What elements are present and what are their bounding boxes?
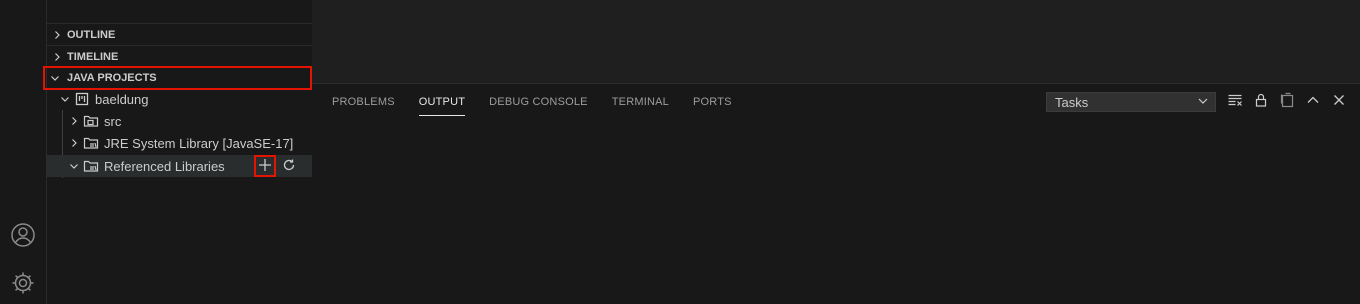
output-channel-select[interactable]: Tasks [1046, 92, 1216, 112]
activity-bar [0, 0, 47, 304]
maximize-panel-icon [1306, 93, 1320, 112]
chevron-down-icon [57, 94, 73, 104]
account-icon[interactable] [10, 222, 36, 248]
tree-item-jre-library[interactable]: JRE System Library [JavaSE-17] [47, 132, 312, 154]
maximize-panel-button[interactable] [1302, 91, 1324, 113]
refresh-button[interactable] [278, 155, 300, 177]
clear-output-button[interactable] [1224, 91, 1246, 113]
tree-item-referenced-libraries[interactable]: Referenced Libraries [47, 155, 312, 177]
chevron-down-icon [43, 73, 67, 83]
add-icon [258, 158, 272, 175]
outline-section-label: OUTLINE [67, 28, 116, 41]
library-folder-icon [82, 136, 100, 150]
add-library-button[interactable] [254, 155, 276, 177]
refresh-icon [282, 158, 296, 175]
output-channel-value: Tasks [1055, 94, 1089, 110]
tab-terminal[interactable]: TERMINAL [612, 84, 669, 119]
tab-debug-console[interactable]: DEBUG CONSOLE [489, 84, 588, 119]
library-folder-icon [82, 159, 100, 173]
chevron-down-icon [66, 161, 82, 171]
vscode-window: OUTLINE TIMELINE JAVA PROJECTS baeldung … [0, 0, 1360, 304]
tree-item-label: Referenced Libraries [104, 158, 225, 174]
close-icon [1333, 93, 1345, 111]
tree-item-src[interactable]: src [47, 110, 312, 132]
tree-item-label: JRE System Library [JavaSE-17] [104, 135, 294, 151]
tab-ports[interactable]: PORTS [693, 84, 732, 119]
lock-scroll-icon [1253, 92, 1269, 113]
chevron-right-icon [66, 116, 82, 126]
open-in-editor-icon [1279, 92, 1295, 113]
lock-scroll-button[interactable] [1250, 91, 1272, 113]
java-projects-section-label: JAVA PROJECTS [67, 72, 157, 84]
chevron-down-icon [1197, 95, 1209, 110]
chevron-right-icon [47, 30, 67, 40]
row-actions [254, 155, 300, 177]
panel-tabs: PROBLEMS OUTPUT DEBUG CONSOLE TERMINAL P… [332, 84, 732, 119]
outline-section-header[interactable]: OUTLINE [47, 23, 312, 45]
timeline-section-header[interactable]: TIMELINE [47, 45, 312, 67]
manage-gear-icon[interactable] [10, 270, 36, 296]
timeline-section-label: TIMELINE [67, 50, 119, 63]
close-panel-button[interactable] [1328, 91, 1350, 113]
tree-item-project-baeldung[interactable]: baeldung [47, 88, 312, 110]
panel-toolbar: Tasks [1046, 91, 1350, 113]
package-folder-icon [82, 114, 100, 128]
chevron-right-icon [66, 138, 82, 148]
editor-area [312, 0, 1360, 83]
tree-item-label: src [104, 113, 122, 129]
clear-output-icon [1227, 92, 1243, 113]
java-projects-section-header[interactable]: JAVA PROJECTS [43, 66, 312, 90]
tab-output[interactable]: OUTPUT [418, 84, 466, 119]
bottom-panel: PROBLEMS OUTPUT DEBUG CONSOLE TERMINAL P… [312, 83, 1360, 304]
side-bar: OUTLINE TIMELINE JAVA PROJECTS baeldung … [43, 0, 312, 304]
project-icon [73, 92, 91, 106]
tree-item-label: baeldung [95, 91, 149, 107]
open-in-editor-button[interactable] [1276, 91, 1298, 113]
chevron-right-icon [47, 52, 67, 62]
tab-problems[interactable]: PROBLEMS [332, 84, 395, 119]
